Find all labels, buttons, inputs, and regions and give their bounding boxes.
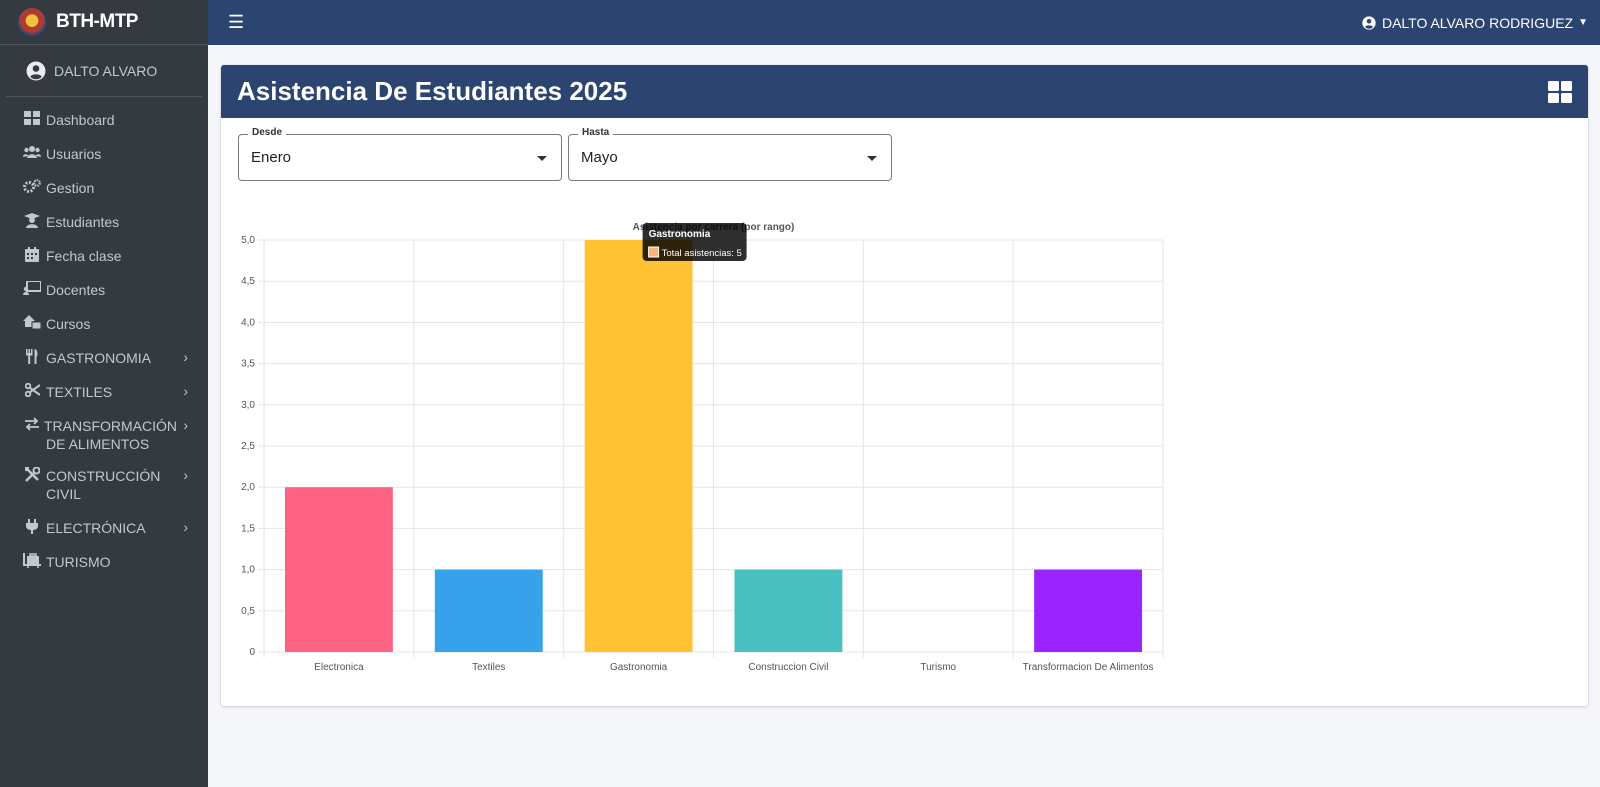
grid-view-icon[interactable] (1548, 80, 1572, 103)
bar-construccion-civil (734, 569, 843, 652)
caret-down-icon: ▼ (1578, 17, 1588, 28)
card-header: Asistencia De Estudiantes 2025 (221, 65, 1588, 118)
sidebar-item-label: Docentes (46, 282, 106, 298)
x-tick-label: Turismo (920, 662, 956, 673)
sidebar-item-label: Cursos (46, 316, 91, 332)
attendance-card: Asistencia De Estudiantes 2025 Desde Ene… (221, 65, 1588, 706)
sidebar-menu: Dashboard Usuarios Gestion Estudiantes F… (0, 103, 208, 579)
sidebar-item-label: ELECTRÓNICA (46, 520, 146, 536)
chart-tooltip: Gastronomia Total asistencias: 5 (642, 223, 747, 261)
user-panel[interactable]: DALTO ALVARO (6, 45, 202, 97)
scissors-icon (22, 383, 42, 397)
x-tick-label: Textiles (472, 662, 505, 673)
teacher-icon (22, 281, 42, 295)
chevron-right-icon: › (183, 519, 188, 535)
desde-select[interactable]: Desde Enero (238, 127, 562, 181)
graduate-icon (22, 213, 42, 228)
y-tick-label: 5,0 (241, 235, 255, 246)
y-tick-label: 0,5 (241, 606, 255, 617)
sidebar-item-label: Usuarios (46, 146, 102, 162)
y-tick-label: 3,5 (241, 359, 255, 370)
chevron-right-icon: › (183, 417, 188, 433)
sidebar-item-transformacion-alimentos[interactable]: TRANSFORMACIÓN DE ALIMENTOS › (0, 409, 208, 459)
bar-gastronomia (584, 240, 693, 652)
users-icon (22, 145, 42, 159)
brand-name: BTH-MTP (56, 11, 138, 32)
tooltip-swatch (648, 246, 660, 258)
sidebar-item-label: TEXTILES (46, 384, 113, 400)
sidebar-item-docentes[interactable]: Docentes (0, 273, 208, 307)
courses-icon (22, 315, 42, 329)
sidebar-item-label: Estudiantes (46, 214, 120, 230)
sidebar-item-electronica[interactable]: ELECTRÓNICA › (0, 511, 208, 545)
user-dropdown-label: DALTO ALVARO RODRIGUEZ (1381, 14, 1574, 31)
luggage-icon (22, 553, 42, 568)
brand-link[interactable]: BTH-MTP (0, 0, 208, 45)
sidebar-item-gestion[interactable]: Gestion (0, 171, 208, 205)
attendance-bar-chart: 0 0,5 1,0 1,5 2,0 2,5 3,0 3,5 4,0 4,5 5,0 Electroni… (241, 222, 1164, 673)
dropdown-arrow-icon (867, 156, 877, 161)
bar-transformacion-de-alimentos (1034, 569, 1143, 652)
user-dropdown[interactable]: DALTO ALVARO RODRIGUEZ ▼ (1362, 15, 1588, 31)
x-tick-label: Construccion Civil (748, 662, 828, 673)
brand-logo-icon (18, 8, 46, 36)
user-circle-icon (26, 61, 46, 80)
sidebar-item-label: GASTRONOMIA (46, 350, 152, 366)
top-navbar: ☰ DALTO ALVARO RODRIGUEZ ▼ (208, 0, 1600, 45)
desde-value: Enero (251, 149, 292, 166)
sidebar-item-cursos[interactable]: Cursos (0, 307, 208, 341)
page-title: Asistencia De Estudiantes 2025 (237, 76, 628, 106)
plug-icon (22, 519, 42, 534)
calendar-icon (22, 247, 42, 262)
y-tick-label: 3,0 (241, 400, 255, 411)
sidebar-item-textiles[interactable]: TEXTILES › (0, 375, 208, 409)
chevron-right-icon: › (183, 383, 188, 399)
sidebar-item-usuarios[interactable]: Usuarios (0, 137, 208, 171)
utensils-icon (22, 349, 42, 364)
y-tick-label: 1,5 (241, 523, 255, 534)
menu-toggle-icon[interactable]: ☰ (228, 12, 244, 33)
hasta-value: Mayo (581, 149, 618, 166)
hasta-select[interactable]: Hasta Mayo (568, 127, 892, 181)
sidebar-item-label: TURISMO (46, 554, 111, 570)
tooltip-title: Gastronomia (649, 229, 711, 240)
hasta-label: Hasta (578, 127, 614, 138)
sidebar-item-gastronomia[interactable]: GASTRONOMIA › (0, 341, 208, 375)
gears-icon (22, 179, 42, 193)
dropdown-arrow-icon (537, 156, 547, 161)
y-tick-label: 4,0 (241, 317, 255, 328)
sidebar-item-label: Gestion (46, 180, 95, 196)
sidebar: BTH-MTP DALTO ALVARO Dashboard Usuarios … (0, 0, 208, 787)
sidebar-item-dashboard[interactable]: Dashboard (0, 103, 208, 137)
tooltip-text: Total asistencias: 5 (662, 248, 742, 259)
y-tick-label: 1,0 (241, 565, 255, 576)
tools-icon (22, 467, 42, 482)
chevron-right-icon: › (183, 467, 188, 483)
y-tick-label: 2,5 (241, 441, 255, 452)
y-tick-label: 4,5 (241, 276, 255, 287)
bar-electronica (284, 487, 393, 652)
sidebar-item-fecha-clase[interactable]: Fecha clase (0, 239, 208, 273)
sidebar-item-construccion-civil[interactable]: CONSTRUCCIÓN CIVIL › (0, 459, 208, 511)
sidebar-item-turismo[interactable]: TURISMO (0, 545, 208, 579)
desde-label: Desde (248, 127, 287, 138)
y-tick-label: 2,0 (241, 482, 255, 493)
dashboard-icon (22, 111, 42, 125)
x-tick-label: Gastronomia (610, 662, 668, 673)
sidebar-item-label: CONSTRUCCIÓN CIVIL (46, 468, 161, 502)
sidebar-item-label: Dashboard (46, 112, 115, 128)
bar-textiles (434, 569, 543, 652)
x-tick-label: Transformacion De Alimentos (1023, 662, 1154, 673)
sidebar-item-label: TRANSFORMACIÓN DE ALIMENTOS (44, 418, 177, 452)
user-circle-icon (1362, 15, 1376, 30)
sidebar-user-name: DALTO ALVARO (54, 62, 158, 79)
x-tick-label: Electronica (314, 662, 364, 673)
chevron-right-icon: › (183, 349, 188, 365)
y-tick-label: 0 (249, 647, 255, 658)
sidebar-item-estudiantes[interactable]: Estudiantes (0, 205, 208, 239)
sidebar-item-label: Fecha clase (46, 248, 122, 264)
